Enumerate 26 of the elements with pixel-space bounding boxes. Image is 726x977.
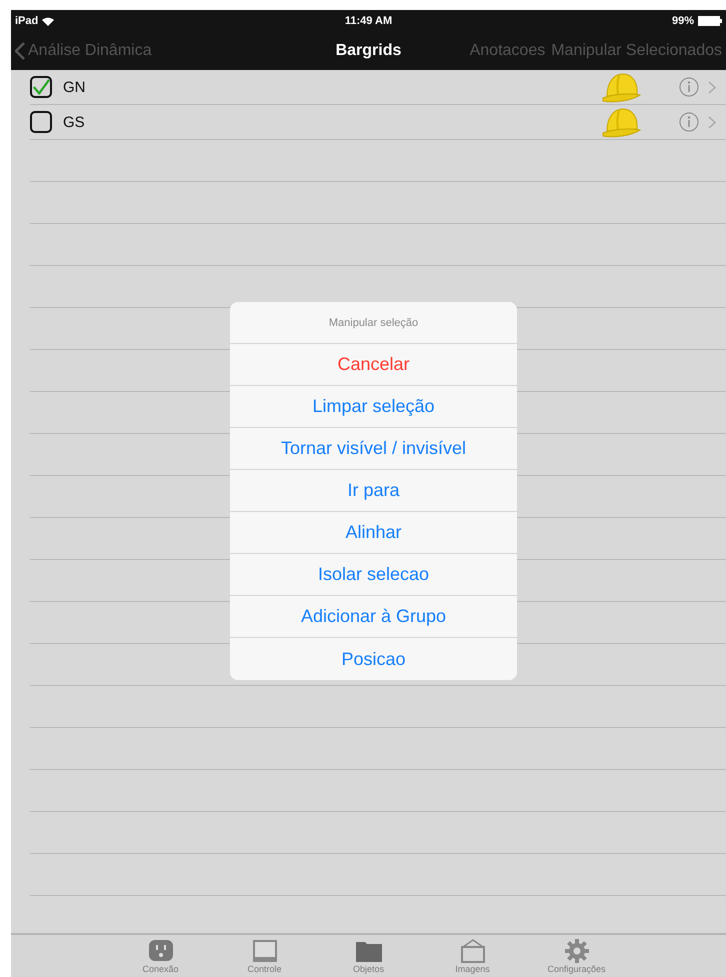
nav-action-button[interactable]: Manipular Selecionados xyxy=(551,42,722,60)
device-name: iPad xyxy=(15,15,38,27)
tab-bar-item[interactable]: Imagens xyxy=(428,935,518,977)
chevron-icon xyxy=(708,80,716,94)
back-button[interactable]: Análise Dinâmica xyxy=(15,42,152,60)
tab-bar-item[interactable]: Controle xyxy=(220,935,310,977)
wifi-icon xyxy=(42,16,54,26)
tab-bar-item[interactable]: Configurações xyxy=(532,935,622,977)
back-chevron-icon xyxy=(15,42,25,60)
checkbox[interactable] xyxy=(30,111,52,133)
tab-bar-item[interactable]: Conexão xyxy=(116,935,206,977)
monitor-icon xyxy=(250,939,278,963)
checkbox[interactable] xyxy=(30,76,52,98)
nav-title: Bargrids xyxy=(336,42,402,60)
nav-action-button[interactable]: Anotacoes xyxy=(470,42,546,60)
power-outlet-icon xyxy=(146,939,174,963)
tab-bar-item[interactable]: Objetos xyxy=(324,935,414,977)
folder-icon xyxy=(354,939,382,963)
settings-icon xyxy=(562,939,590,963)
row-label: GN xyxy=(63,78,86,96)
battery-icon xyxy=(698,16,722,26)
chevron-icon xyxy=(708,116,716,128)
row-label: GS xyxy=(63,114,86,130)
battery-percent: 99% xyxy=(672,15,694,27)
picture-frame-icon xyxy=(458,939,486,963)
status-time: 11:49 AM xyxy=(344,15,392,27)
